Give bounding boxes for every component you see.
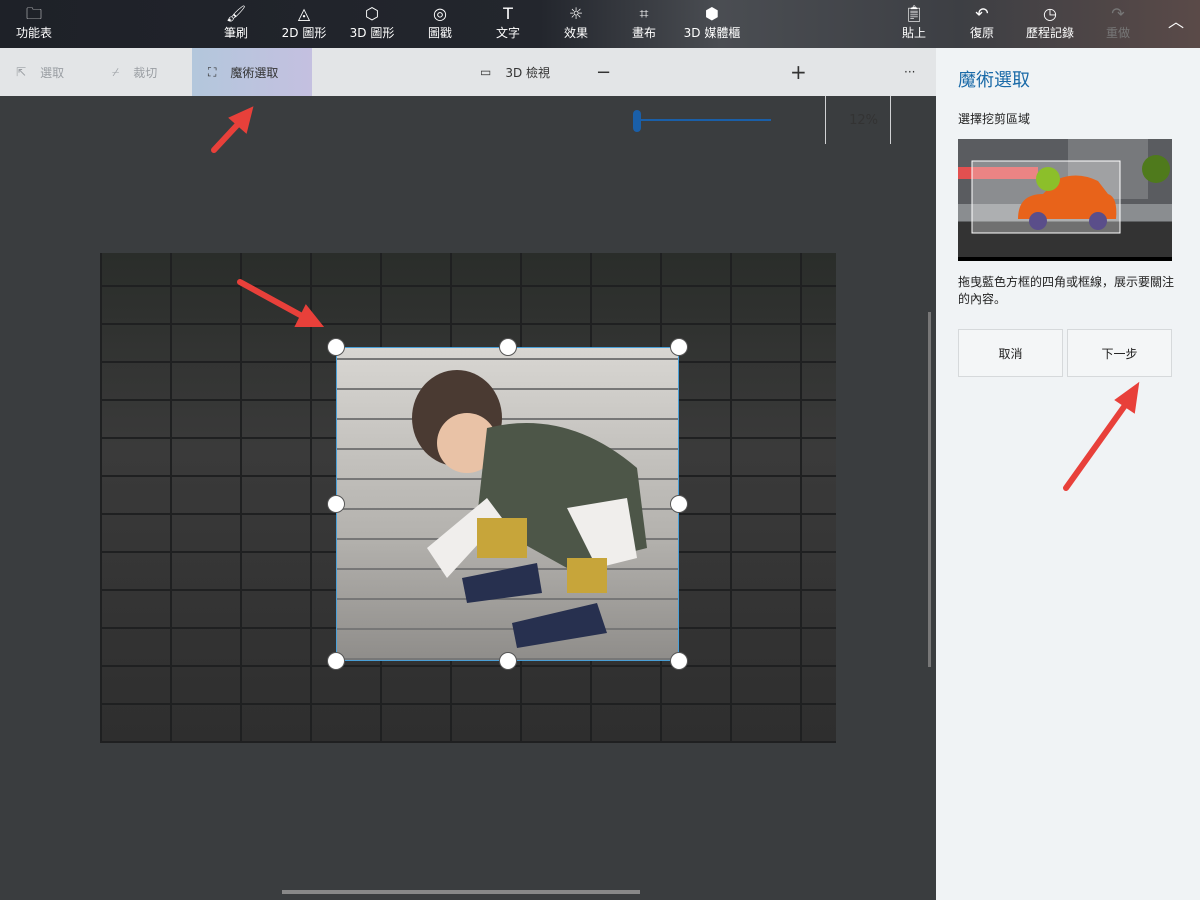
annotation-arrows [211,106,1140,491]
arrow-selection-box [237,279,305,319]
arrow-magic-select [211,119,243,153]
arrow-next-button [1063,401,1129,491]
